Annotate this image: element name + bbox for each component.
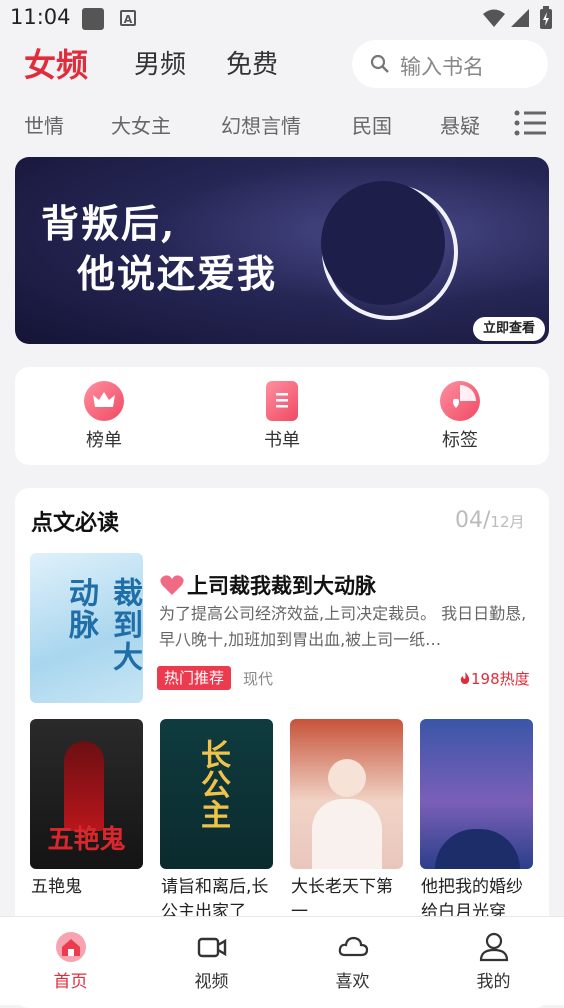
featured-book-description: 为了提高公司经济效益,上司决定裁员。 我日日勤恳,早八晚十,加班加到胃出血,被上… bbox=[159, 604, 527, 649]
crown-icon bbox=[84, 381, 124, 421]
cover-figure bbox=[435, 829, 520, 869]
quick-menu-booklist[interactable]: 书单 bbox=[222, 367, 342, 465]
section-date: 04/12月 bbox=[455, 508, 525, 533]
battery-icon bbox=[540, 6, 552, 29]
quick-menu-label: 标签 bbox=[442, 430, 478, 451]
nav-video[interactable]: 视频 bbox=[141, 917, 282, 1005]
search-box[interactable]: 输入书名 bbox=[352, 40, 548, 88]
booklist-icon bbox=[266, 381, 298, 421]
tag-pie-icon bbox=[440, 381, 480, 421]
cover-figure bbox=[328, 759, 366, 797]
banner-title-line2: 他说还爱我 bbox=[77, 251, 278, 296]
cover-figure bbox=[312, 799, 382, 869]
signal-icon bbox=[511, 9, 529, 27]
user-icon bbox=[479, 932, 509, 962]
book-cover[interactable] bbox=[290, 719, 403, 869]
book-title[interactable]: 五艳鬼 bbox=[31, 875, 146, 900]
quick-menu-tags[interactable]: 标签 bbox=[400, 367, 520, 465]
nav-mine[interactable]: 我的 bbox=[423, 917, 564, 1005]
hot-badge: 热门推荐 bbox=[157, 666, 232, 690]
a-notification-icon: A bbox=[120, 10, 136, 26]
notification-icon bbox=[82, 8, 104, 30]
nav-like[interactable]: 喜欢 bbox=[282, 917, 423, 1005]
cover-title: 裁到大动脉 bbox=[63, 577, 142, 673]
category-item[interactable]: 大女主 bbox=[111, 110, 171, 139]
wifi-icon bbox=[483, 9, 505, 27]
status-bar: 11:04 A bbox=[0, 0, 564, 36]
status-time: 11:04 bbox=[10, 5, 71, 29]
search-icon bbox=[370, 54, 389, 73]
heart-icon bbox=[160, 575, 184, 595]
moon-graphic bbox=[305, 167, 475, 337]
video-icon bbox=[197, 937, 227, 958]
heat-value: 198热度 bbox=[471, 670, 530, 688]
featured-book-title[interactable]: 上司裁我裁到大动脉 bbox=[187, 570, 376, 600]
cover-title: 长公主 bbox=[195, 739, 230, 829]
banner-title-line1: 背叛后, bbox=[41, 201, 177, 246]
nav-home[interactable]: 首页 bbox=[0, 917, 141, 1005]
nav-label: 首页 bbox=[53, 972, 88, 992]
book-cover[interactable]: 长公主 bbox=[160, 719, 273, 869]
nav-label: 我的 bbox=[476, 972, 511, 992]
quick-menu-label: 书单 bbox=[264, 430, 300, 451]
promo-banner[interactable]: 背叛后, 他说还爱我 立即查看 bbox=[15, 157, 549, 344]
cloud-icon bbox=[338, 936, 369, 957]
flame-icon bbox=[460, 672, 470, 684]
quick-menu-label: 榜单 bbox=[86, 430, 122, 451]
tab-free[interactable]: 免费 bbox=[226, 44, 278, 81]
date-month: 12月 bbox=[490, 513, 525, 531]
section-title: 点文必读 bbox=[31, 511, 120, 536]
tab-male[interactable]: 男频 bbox=[134, 44, 186, 81]
quick-menu-rank[interactable]: 榜单 bbox=[44, 367, 164, 465]
featured-book-cover[interactable]: 裁到大动脉 bbox=[30, 553, 143, 703]
bottom-nav: 首页 视频 喜欢 我的 bbox=[0, 916, 564, 1005]
nav-label: 喜欢 bbox=[335, 972, 370, 992]
search-placeholder: 输入书名 bbox=[400, 55, 484, 79]
date-day: 04/ bbox=[455, 508, 491, 533]
category-menu-icon[interactable] bbox=[514, 110, 546, 136]
category-item[interactable]: 民国 bbox=[352, 110, 392, 139]
featured-book-heat: 198热度 bbox=[459, 668, 530, 689]
home-icon bbox=[56, 932, 86, 962]
book-cover[interactable]: 五艳鬼 bbox=[30, 719, 143, 869]
banner-view-button[interactable]: 立即查看 bbox=[473, 317, 545, 341]
featured-book-genre: 现代 bbox=[243, 670, 274, 688]
category-item[interactable]: 幻想言情 bbox=[221, 110, 301, 139]
cover-figure bbox=[64, 741, 104, 831]
tab-female[interactable]: 女频 bbox=[24, 40, 88, 86]
category-item[interactable]: 世情 bbox=[24, 110, 64, 139]
cover-title: 五艳鬼 bbox=[47, 825, 126, 855]
book-cover[interactable] bbox=[420, 719, 533, 869]
category-item[interactable]: 悬疑 bbox=[440, 110, 480, 139]
quick-menu: 榜单 书单 标签 bbox=[15, 367, 549, 465]
nav-label: 视频 bbox=[194, 972, 229, 992]
